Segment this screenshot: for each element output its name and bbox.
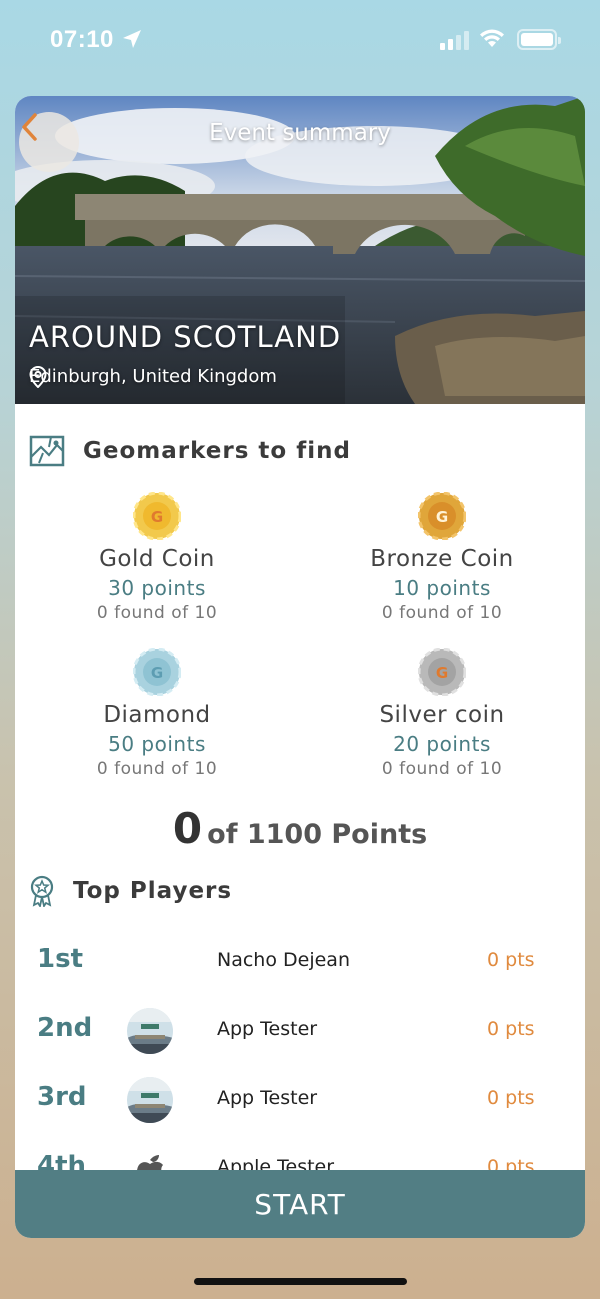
geomarker-name: Silver coin bbox=[379, 702, 505, 728]
geomarker-found: 0 found of 10 bbox=[96, 603, 218, 623]
geomarker-bronze-coin: G Bronze Coin 10 points 0 found of 10 bbox=[312, 492, 572, 623]
player-points: 0 pts bbox=[487, 1018, 535, 1040]
location-pin-icon bbox=[29, 366, 47, 388]
award-ribbon-icon bbox=[30, 875, 54, 907]
geomarker-points: 20 points bbox=[393, 732, 491, 756]
battery-icon bbox=[517, 29, 561, 50]
geomarkers-heading: Geomarkers to find bbox=[29, 433, 351, 469]
player-name: Nacho Dejean bbox=[217, 949, 350, 971]
geomarker-gold-coin: G Gold Coin 30 points 0 found of 10 bbox=[27, 492, 287, 623]
player-rank: 3rd bbox=[37, 1082, 87, 1112]
bronze-coin-icon: G bbox=[418, 492, 466, 540]
player-row[interactable]: 2nd App Tester 0 pts bbox=[15, 1003, 585, 1063]
avatar bbox=[127, 1077, 173, 1123]
page-title: Event summary bbox=[209, 120, 391, 146]
player-name: App Tester bbox=[217, 1018, 318, 1040]
geomarker-points: 10 points bbox=[393, 576, 491, 600]
total-points-label: of 1100 Points bbox=[207, 819, 428, 850]
top-players-heading-text: Top Players bbox=[73, 878, 233, 904]
svg-text:G: G bbox=[151, 508, 163, 526]
player-points: 0 pts bbox=[487, 1087, 535, 1109]
player-row[interactable]: 1st Nacho Dejean 0 pts bbox=[15, 934, 585, 994]
geomarker-silver-coin: G Silver coin 20 points 0 found of 10 bbox=[312, 648, 572, 779]
player-row[interactable]: 3rd App Tester 0 pts bbox=[15, 1072, 585, 1132]
player-rank: 2nd bbox=[37, 1013, 93, 1043]
geomarker-name: Gold Coin bbox=[99, 546, 215, 572]
geomarker-points: 50 points bbox=[108, 732, 206, 756]
player-name: App Tester bbox=[217, 1087, 318, 1109]
geomarker-name: Diamond bbox=[103, 702, 211, 728]
event-location-text: Edinburgh, United Kingdom bbox=[29, 366, 277, 387]
svg-text:G: G bbox=[436, 508, 448, 526]
geomarker-found: 0 found of 10 bbox=[381, 759, 503, 779]
avatar bbox=[127, 1008, 173, 1054]
status-time: 07:10 bbox=[50, 26, 114, 53]
event-hero-image: Event summary AROUND SCOTLAND Edinburgh,… bbox=[15, 96, 585, 404]
geomarker-found: 0 found of 10 bbox=[381, 603, 503, 623]
svg-text:G: G bbox=[151, 664, 163, 682]
event-location: Edinburgh, United Kingdom bbox=[29, 366, 277, 388]
geomarkers-heading-text: Geomarkers to find bbox=[83, 438, 351, 464]
total-points: 0 of 1100 Points bbox=[15, 804, 585, 853]
svg-text:G: G bbox=[436, 664, 448, 682]
event-summary-card: Event summary AROUND SCOTLAND Edinburgh,… bbox=[15, 96, 585, 1238]
gold-coin-icon: G bbox=[133, 492, 181, 540]
home-indicator[interactable] bbox=[194, 1278, 407, 1285]
map-icon bbox=[29, 435, 65, 467]
top-players-heading: Top Players bbox=[29, 875, 232, 907]
total-points-value: 0 bbox=[172, 804, 203, 853]
player-points: 0 pts bbox=[487, 949, 535, 971]
geomarker-diamond: G Diamond 50 points 0 found of 10 bbox=[27, 648, 287, 779]
geomarker-name: Bronze Coin bbox=[370, 546, 514, 572]
geomarker-points: 30 points bbox=[108, 576, 206, 600]
event-name: AROUND SCOTLAND bbox=[29, 320, 342, 354]
status-bar: 07:10 bbox=[0, 0, 600, 80]
player-rank: 1st bbox=[37, 944, 83, 974]
wifi-icon bbox=[480, 29, 504, 47]
cellular-signal-icon bbox=[440, 30, 470, 50]
location-arrow-icon bbox=[123, 30, 141, 48]
start-button[interactable]: START bbox=[15, 1170, 585, 1238]
diamond-coin-icon: G bbox=[133, 648, 181, 696]
geomarker-found: 0 found of 10 bbox=[96, 759, 218, 779]
silver-coin-icon: G bbox=[418, 648, 466, 696]
